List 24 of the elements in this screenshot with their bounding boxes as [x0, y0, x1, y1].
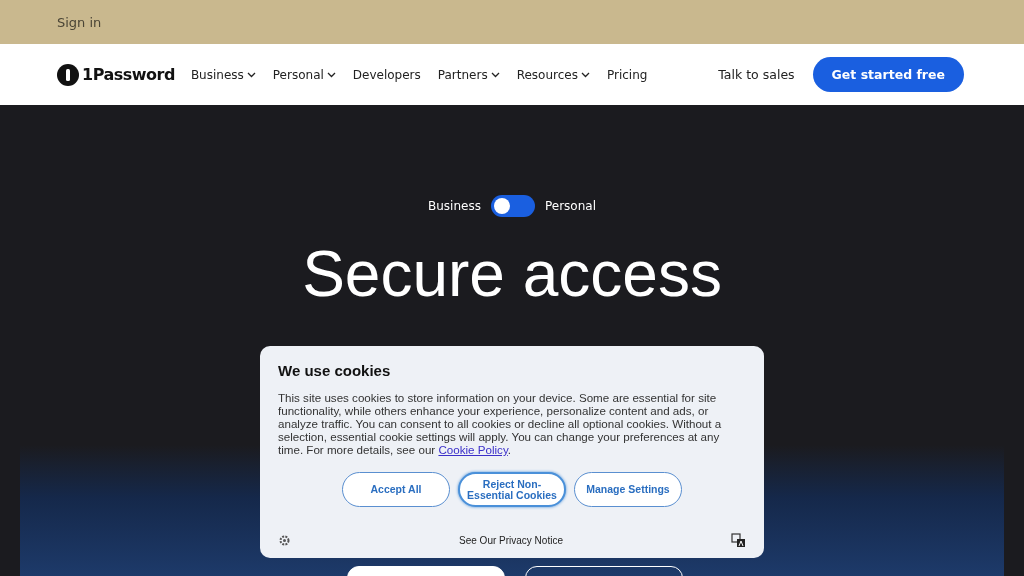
nav-item[interactable]: Personal: [272, 67, 336, 82]
sign-in-link[interactable]: Sign in: [57, 14, 102, 30]
settings-icon[interactable]: [278, 534, 291, 547]
hero-heading: Secure access: [302, 237, 722, 311]
privacy-notice-link[interactable]: See Our Privacy Notice: [459, 535, 563, 546]
get-started-button[interactable]: Get started free: [812, 57, 964, 92]
logo-icon: [57, 63, 79, 86]
translate-icon[interactable]: [731, 533, 746, 548]
toggle-label: Business: [428, 199, 481, 213]
nav-item[interactable]: Developers: [352, 67, 421, 82]
nav-item[interactable]: Business: [190, 67, 256, 82]
dialog-title: We use cookies: [278, 362, 392, 379]
nav-item[interactable]: Pricing: [606, 67, 648, 82]
logo-text[interactable]: 1Password: [82, 65, 175, 84]
consent-button[interactable]: Reject Non-Essential Cookies: [458, 472, 566, 507]
nav-item[interactable]: Partners: [437, 67, 500, 82]
talk-to-sales-link[interactable]: Talk to sales: [718, 67, 795, 82]
consent-button[interactable]: Manage Settings: [574, 472, 682, 507]
cookie-policy-link[interactable]: Cookie Policy: [438, 443, 508, 456]
cookie-text: This site uses cookies to store information on your device. Some are essential for site functionality, while others enhance your experience, personalize content and ads, or analyze traffic. You can consent to all cookies or decline all optional cookies. Without a selection, essential cookie settings will apply. You can change your preferences at any time. For more details, see our Cookie Policy.: [278, 391, 723, 456]
toggle-label: Personal: [544, 199, 596, 213]
plan-switch[interactable]: [490, 195, 535, 217]
nav-item[interactable]: Resources: [516, 67, 590, 82]
consent-button[interactable]: Accept All: [342, 472, 450, 507]
